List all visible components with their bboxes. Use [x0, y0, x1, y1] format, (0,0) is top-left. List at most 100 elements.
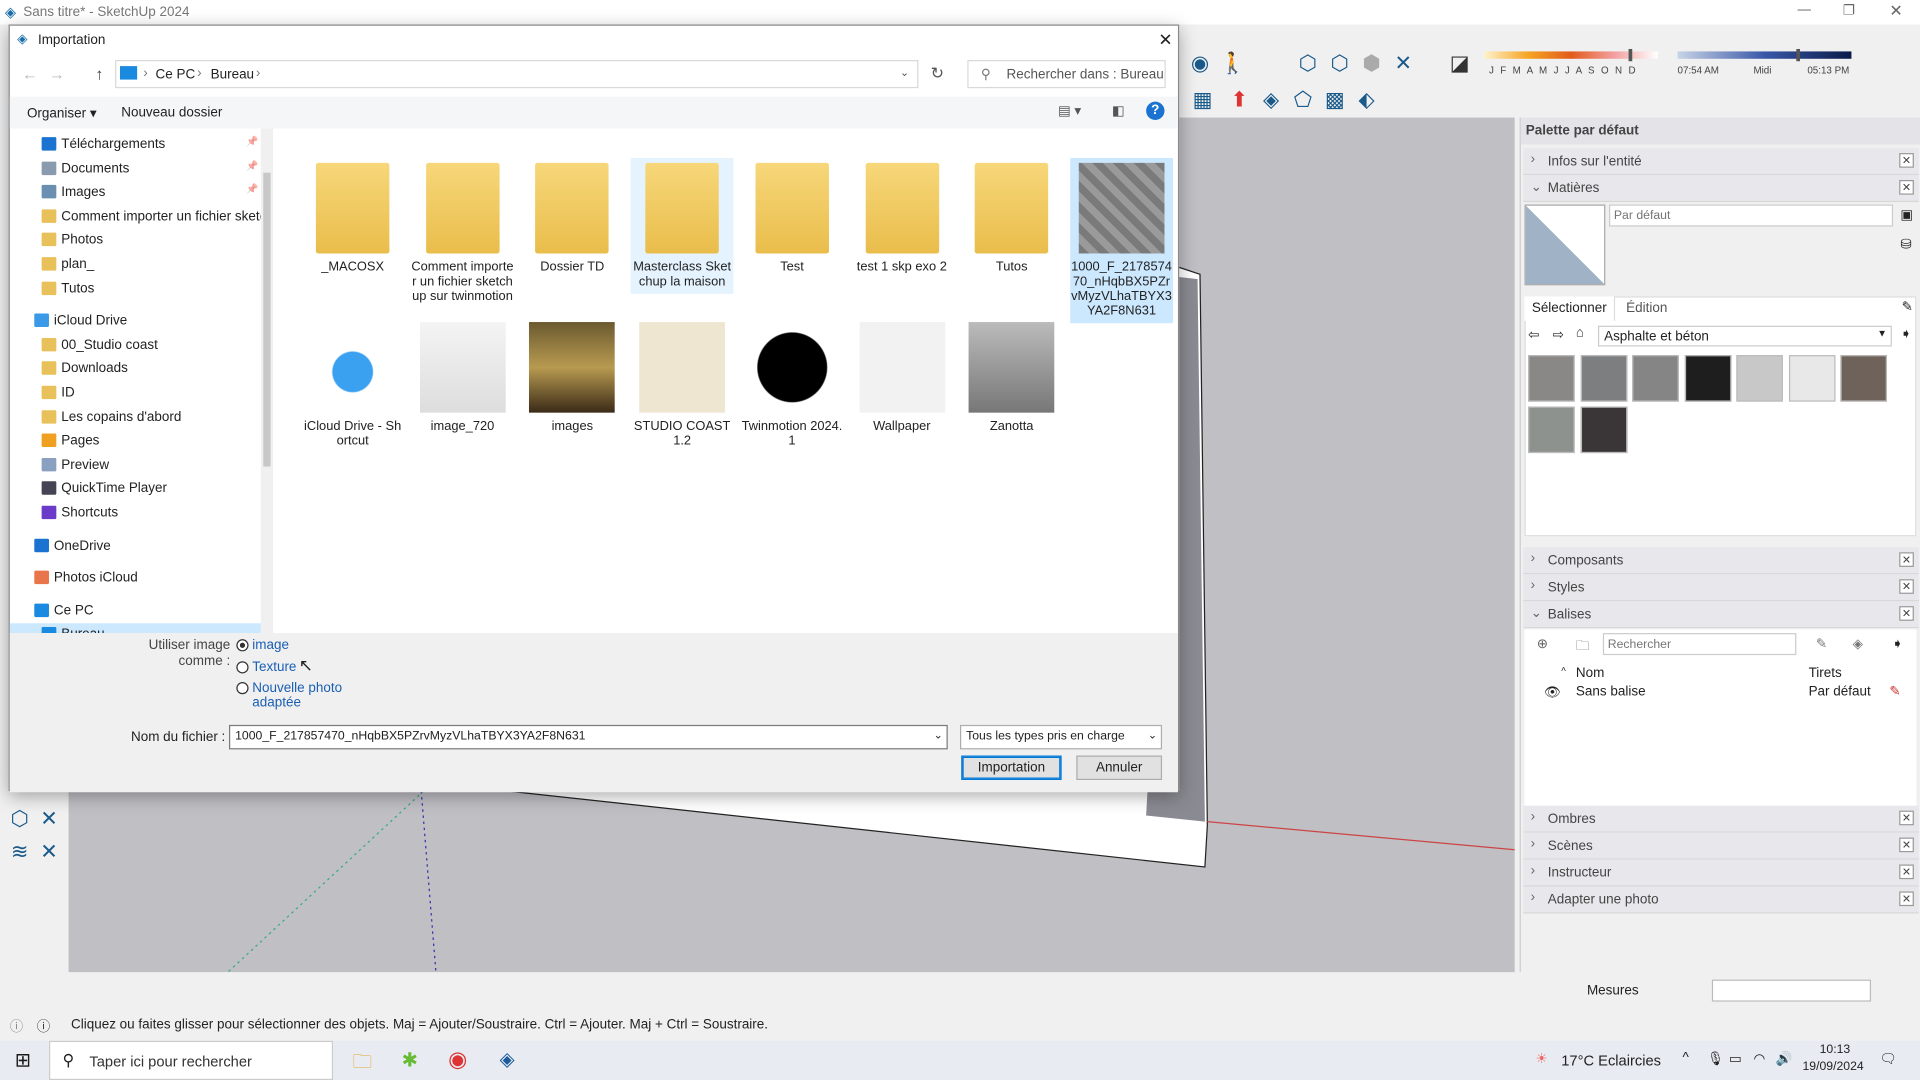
- forward-icon[interactable]: ⇨: [1553, 327, 1564, 343]
- drape-icon[interactable]: ⬠: [1291, 88, 1315, 112]
- nav-item[interactable]: QuickTime Player: [10, 478, 261, 501]
- radio-option[interactable]: Texture: [236, 659, 346, 674]
- address-bar[interactable]: › Ce PC › Bureau › ⌄: [115, 60, 919, 89]
- nav-item[interactable]: Downloads: [10, 358, 261, 381]
- tab-edit[interactable]: Édition: [1626, 301, 1667, 316]
- add-tag-icon[interactable]: ⊕: [1537, 636, 1548, 652]
- file-item[interactable]: Dossier TD: [521, 158, 624, 279]
- file-item[interactable]: Wallpaper: [850, 317, 953, 438]
- tool-icon-3[interactable]: ≋: [7, 840, 31, 864]
- volume-icon[interactable]: 🔊: [1776, 1051, 1793, 1067]
- file-item[interactable]: test 1 skp exo 2: [850, 158, 953, 279]
- radio-option[interactable]: Nouvelle photo adaptée: [236, 681, 346, 710]
- file-item[interactable]: iCloud Drive - Shortcut: [301, 317, 404, 453]
- file-item[interactable]: Test: [741, 158, 844, 279]
- nav-item[interactable]: OneDrive: [10, 535, 261, 558]
- section-match-photo[interactable]: › Adapter une photo ✕: [1523, 886, 1919, 914]
- upload-model-icon[interactable]: ⬡: [1327, 51, 1351, 75]
- clock-date[interactable]: 19/09/2024: [1802, 1060, 1863, 1073]
- sandbox-from-contours-icon[interactable]: ▦: [1190, 88, 1214, 112]
- file-item[interactable]: 1000_F_217857470_nHqbBX5PZrvMyzVLhaTBYX3…: [1070, 157, 1173, 324]
- library-select[interactable]: Asphalte et béton ▼: [1597, 325, 1892, 347]
- extension-manager-icon[interactable]: ✕: [1391, 51, 1415, 75]
- file-explorer-icon[interactable]: 🗀: [353, 1048, 373, 1080]
- help-icon[interactable]: ?: [1146, 101, 1165, 121]
- material-swatch[interactable]: [1684, 355, 1731, 402]
- new-folder-button[interactable]: Nouveau dossier: [121, 105, 222, 120]
- file-item[interactable]: Comment importer un fichier sketchup sur…: [411, 158, 514, 309]
- forward-button[interactable]: →: [49, 65, 65, 83]
- nav-item[interactable]: plan_: [10, 253, 261, 276]
- details-icon[interactable]: ➧: [1892, 636, 1903, 652]
- nav-item[interactable]: Bureau: [9, 623, 261, 634]
- nav-item[interactable]: Comment importer un fichier sketchup: [10, 205, 261, 228]
- nav-item[interactable]: Shortcuts: [10, 502, 261, 525]
- section-components[interactable]: › Composants ✕: [1523, 547, 1919, 575]
- tool-icon-2[interactable]: ✕: [37, 807, 61, 831]
- file-item[interactable]: Tutos: [960, 158, 1063, 279]
- stamp-icon[interactable]: ◈: [1259, 88, 1283, 112]
- close-icon[interactable]: ✕: [1899, 552, 1914, 567]
- details-icon[interactable]: ➧: [1900, 326, 1911, 342]
- material-swatch[interactable]: [1528, 355, 1575, 402]
- maximize-button[interactable]: ❐: [1843, 2, 1855, 19]
- chrome-icon[interactable]: ◉: [448, 1047, 467, 1073]
- delete-tag-icon[interactable]: ✎: [1816, 636, 1827, 652]
- nav-item[interactable]: Photos iCloud: [10, 567, 261, 590]
- chevron-down-icon[interactable]: ⌄: [900, 66, 909, 79]
- clock-time[interactable]: 10:13: [1820, 1043, 1851, 1056]
- notifications-icon[interactable]: 🗨: [1880, 1051, 1897, 1067]
- shadows-toggle-icon[interactable]: ◪: [1447, 51, 1471, 75]
- section-instructor[interactable]: › Instructeur ✕: [1523, 859, 1919, 887]
- up-button[interactable]: ↑: [96, 65, 104, 83]
- sample-paint-icon[interactable]: ✎: [1902, 299, 1913, 315]
- nav-item[interactable]: Les copains d'abord: [10, 406, 261, 429]
- section-materials[interactable]: ⌄ Matières ✕: [1523, 175, 1919, 203]
- close-icon[interactable]: ✕: [1899, 180, 1914, 195]
- col-name[interactable]: Nom: [1576, 666, 1604, 681]
- create-material-icon[interactable]: ▣: [1900, 207, 1913, 223]
- radio-button[interactable]: [236, 682, 249, 695]
- color-by-tag-icon[interactable]: ◈: [1853, 636, 1863, 652]
- close-icon[interactable]: ✕: [1899, 579, 1914, 594]
- measures-input[interactable]: [1711, 979, 1872, 1002]
- cancel-button[interactable]: Annuler: [1076, 755, 1163, 781]
- search-box[interactable]: ⚲ Rechercher dans : Bureau: [967, 60, 1166, 89]
- wifi-icon[interactable]: ◠: [1753, 1051, 1765, 1067]
- view-options-icon[interactable]: ▤ ▾: [1058, 103, 1081, 119]
- extension-warehouse-icon[interactable]: ⬢: [1359, 51, 1383, 75]
- taskbar-search[interactable]: ⚲ Taper ici pour rechercher: [48, 1040, 334, 1080]
- refresh-button[interactable]: ↻: [931, 64, 944, 84]
- section-tags[interactable]: ⌄ Balises ✕: [1523, 601, 1919, 629]
- close-icon[interactable]: ✕: [1899, 153, 1914, 168]
- filetype-select[interactable]: Tous les types pris en charge ⌄: [960, 724, 1163, 750]
- material-name-input[interactable]: [1608, 204, 1894, 227]
- file-item[interactable]: images: [521, 317, 624, 438]
- breadcrumb-bureau[interactable]: Bureau: [211, 67, 254, 82]
- home-icon[interactable]: ⌂: [1576, 326, 1584, 341]
- tag-name[interactable]: Sans balise: [1576, 684, 1646, 699]
- close-icon[interactable]: ✕: [1899, 891, 1914, 907]
- tool-icon-4[interactable]: ✕: [37, 840, 61, 864]
- time-slider-thumb[interactable]: [1796, 48, 1801, 62]
- pin-icon[interactable]: 📌: [246, 160, 258, 171]
- close-icon[interactable]: ✕: [1899, 837, 1914, 853]
- nav-item[interactable]: iCloud Drive: [10, 310, 261, 333]
- sort-up-icon[interactable]: ^: [1561, 666, 1566, 677]
- material-swatch[interactable]: [1580, 355, 1627, 402]
- material-swatch[interactable]: [1788, 355, 1835, 402]
- breadcrumb-ce-pc[interactable]: Ce PC: [156, 67, 196, 82]
- back-button[interactable]: ←: [22, 65, 38, 83]
- file-item[interactable]: _MACOSX: [301, 158, 404, 279]
- import-button[interactable]: Importation: [961, 755, 1062, 781]
- nav-item[interactable]: Pages: [10, 430, 261, 453]
- nav-item[interactable]: Téléchargements 📌: [10, 133, 261, 156]
- tool-icon-1[interactable]: ⬡: [7, 807, 31, 831]
- nav-scrollbar[interactable]: [260, 128, 274, 634]
- radio-option[interactable]: image: [236, 638, 346, 653]
- minimize-button[interactable]: —: [1798, 2, 1811, 17]
- nav-item[interactable]: Tutos: [10, 277, 261, 300]
- time-slider[interactable]: [1677, 48, 1852, 62]
- section-styles[interactable]: › Styles ✕: [1523, 574, 1919, 602]
- nav-item[interactable]: Images 📌: [10, 181, 261, 204]
